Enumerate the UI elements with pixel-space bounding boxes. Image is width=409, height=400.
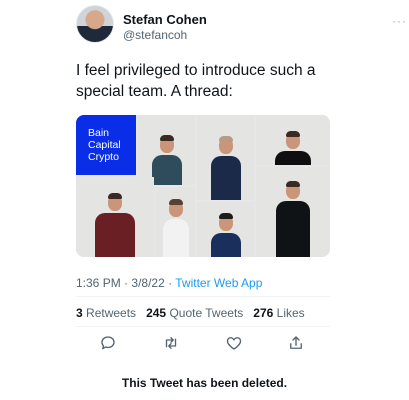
- tweet-text: I feel privileged to introduce such a sp…: [76, 60, 346, 102]
- divider: [76, 296, 330, 297]
- tweet-text-line: I feel privileged to introduce such a: [76, 62, 316, 79]
- user-handle[interactable]: @stefancoh: [123, 28, 187, 42]
- likes-stat[interactable]: 276 Likes: [253, 306, 304, 320]
- tweet-header: Stefan Cohen @stefancoh ···: [76, 5, 406, 45]
- tweet-timestamp: 1:36 PM · 3/8/22 · Twitter Web App: [76, 276, 262, 290]
- likes-label: Likes: [276, 306, 305, 320]
- like-icon[interactable]: [225, 334, 243, 352]
- quotes-label: Quote Tweets: [169, 306, 244, 320]
- user-name[interactable]: Stefan Cohen: [123, 12, 207, 27]
- brand-logo-text: Bain Capital Crypto: [88, 127, 121, 163]
- team-photo[interactable]: [138, 115, 195, 185]
- quotes-count: 245: [146, 306, 167, 320]
- tweet-source-link[interactable]: Twitter Web App: [175, 276, 262, 290]
- brand-tile: Bain Capital Crypto: [76, 115, 136, 175]
- tweet-actions: [76, 334, 330, 354]
- likes-count: 276: [253, 306, 274, 320]
- tweet-date[interactable]: 3/8/22: [131, 276, 164, 290]
- retweets-count: 3: [76, 306, 83, 320]
- tweet-media[interactable]: Bain Capital Crypto: [76, 115, 330, 257]
- tweet-stats: 3 Retweets 245 Quote Tweets 276 Likes: [76, 306, 305, 320]
- tweet-text-line: special team. A thread:: [76, 83, 233, 100]
- quotes-stat[interactable]: 245 Quote Tweets: [146, 306, 243, 320]
- avatar[interactable]: [76, 5, 114, 43]
- retweet-icon[interactable]: [162, 334, 180, 352]
- deleted-tweet-notice: This Tweet has been deleted.: [121, 376, 288, 390]
- reply-icon[interactable]: [99, 334, 117, 352]
- tweet-time[interactable]: 1:36 PM: [76, 276, 121, 290]
- team-photo[interactable]: [197, 202, 254, 257]
- team-photo[interactable]: [197, 115, 254, 200]
- team-photo[interactable]: [156, 187, 195, 257]
- divider: [76, 326, 330, 327]
- share-icon[interactable]: [287, 334, 305, 352]
- retweets-stat[interactable]: 3 Retweets: [76, 306, 136, 320]
- team-photo[interactable]: [76, 177, 154, 257]
- team-photo[interactable]: [256, 115, 330, 165]
- more-options-icon[interactable]: ···: [392, 14, 407, 28]
- retweets-label: Retweets: [86, 306, 137, 320]
- team-photo[interactable]: [256, 167, 330, 257]
